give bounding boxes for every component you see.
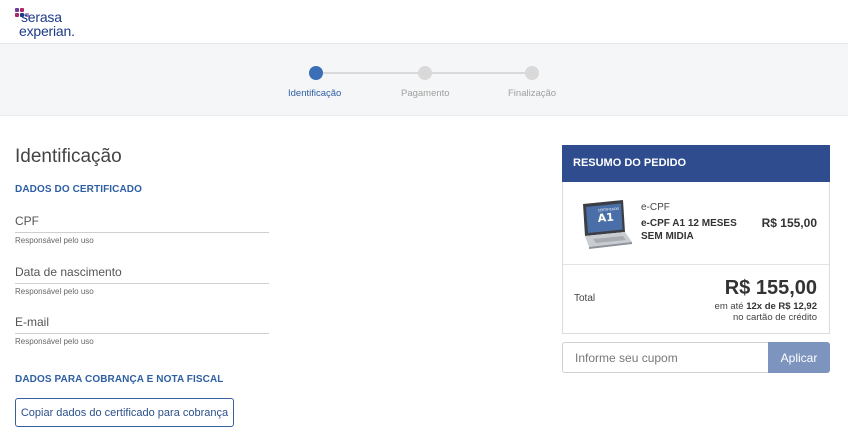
email-input[interactable]: [15, 315, 269, 333]
coupon-form: Aplicar: [562, 342, 830, 373]
cpf-help-text: Responsável pelo uso: [15, 236, 94, 245]
product-price: R$ 155,00: [761, 216, 817, 230]
step-connector: [316, 72, 425, 74]
order-summary-title: RESUMO DO PEDIDO: [562, 145, 830, 182]
laptop-certificate-icon: CERTIFICADO A1: [583, 200, 632, 249]
total-value: R$ 155,00: [724, 277, 817, 299]
billing-section-title: DADOS PARA COBRANÇA E NOTA FISCAL: [15, 374, 224, 385]
logo-word-experian: experian.: [19, 23, 75, 39]
order-summary: RESUMO DO PEDIDO CERTIFICADO A1 e-CPF e-…: [562, 145, 830, 334]
logo-word-serasa: serasa: [21, 9, 62, 25]
step-dot-finalizacao: [525, 66, 539, 80]
checkout-stepper: Identificação Pagamento Finalização: [0, 44, 848, 116]
apply-coupon-button[interactable]: Aplicar: [768, 342, 830, 373]
step-label-pagamento: Pagamento: [401, 88, 450, 99]
birthdate-underline: [15, 283, 269, 284]
serasa-experian-logo[interactable]: serasa experian.: [15, 6, 105, 38]
step-connector: [425, 72, 532, 74]
total-label: Total: [574, 293, 596, 304]
product-category: e-CPF: [641, 202, 670, 213]
birthdate-help-text: Responsável pelo uso: [15, 287, 94, 296]
installment-info: em até 12x de R$ 12,92: [715, 301, 817, 312]
cpf-input[interactable]: [15, 214, 269, 232]
certificate-section-title: DADOS DO CERTIFICADO: [15, 184, 142, 195]
installment-suffix: no cartão de crédito: [733, 312, 817, 323]
step-dot-identificacao: [309, 66, 323, 80]
step-dot-pagamento: [418, 66, 432, 80]
summary-divider: [563, 264, 829, 265]
certificate-a1-label: A1: [597, 211, 614, 225]
page-title: Identificação: [15, 146, 122, 167]
copy-certificate-data-button[interactable]: Copiar dados do certificado para cobranç…: [15, 398, 234, 427]
installment-value: 12x de R$ 12,92: [746, 301, 817, 312]
product-name: e-CPF A1 12 MESES SEM MIDIA: [641, 218, 737, 242]
step-label-identificacao: Identificação: [288, 88, 342, 99]
email-help-text: Responsável pelo uso: [15, 337, 94, 346]
cpf-underline: [15, 232, 269, 233]
step-label-finalizacao: Finalização: [508, 88, 557, 99]
coupon-input[interactable]: [562, 342, 769, 373]
email-underline: [15, 333, 269, 334]
top-header: serasa experian.: [0, 0, 848, 44]
installment-prefix: em até: [714, 301, 744, 312]
birthdate-input[interactable]: [15, 265, 269, 283]
